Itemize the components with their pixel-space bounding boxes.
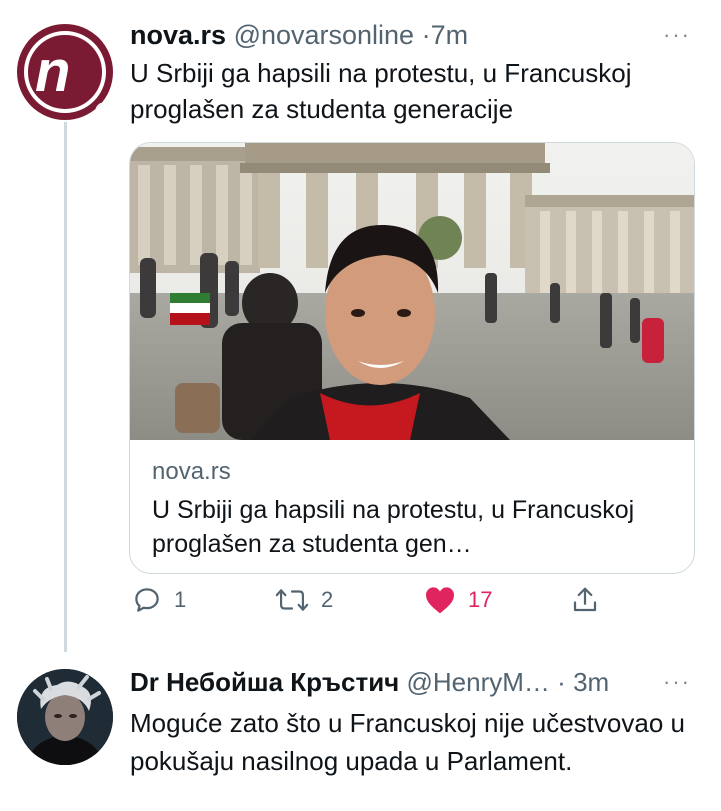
separator-dot: · [557, 667, 566, 697]
user-handle[interactable]: @HenryM… [407, 667, 550, 697]
tweet-header: Dr Небойша Кръстич @HenryM… · 3m [130, 667, 609, 698]
heart-icon [426, 587, 454, 614]
avatar-novars[interactable]: n s [17, 24, 113, 120]
more-options-icon[interactable]: ··· [663, 669, 691, 695]
retweet-count: 2 [321, 587, 334, 612]
tweet-text: Moguće zato što u Francuskoj nije učestv… [130, 708, 685, 776]
display-name[interactable]: Dr Небойша Кръстич [130, 667, 399, 697]
avatar-portrait-image [17, 669, 113, 765]
logo-n-glyph: n [35, 39, 71, 104]
share-icon [573, 587, 597, 612]
reply-count: 1 [174, 587, 187, 612]
card-domain: nova.rs [152, 458, 231, 485]
thread-connector-line [64, 122, 67, 652]
retweet-button[interactable]: 2 [275, 585, 333, 615]
like-count: 17 [468, 587, 493, 612]
retweet-icon [275, 589, 309, 611]
reply-button[interactable]: 1 [132, 585, 186, 615]
more-options-icon[interactable]: ··· [663, 22, 691, 48]
avatar-user[interactable] [17, 669, 113, 765]
card-photo-image [130, 143, 694, 440]
link-card[interactable]: nova.rs U Srbiji ga hapsili na protestu,… [129, 142, 695, 574]
tweet-text: U Srbiji ga hapsili na protestu, u Franc… [130, 58, 632, 124]
display-name[interactable]: nova.rs [130, 20, 226, 50]
separator-dot: · [421, 20, 431, 50]
logo-s-badge: s [95, 102, 113, 120]
timestamp[interactable]: 7m [431, 20, 469, 50]
like-button[interactable]: 17 [424, 585, 492, 615]
tweet-header: nova.rs @novarsonline ·7m [130, 20, 468, 51]
share-button[interactable] [570, 585, 600, 615]
user-handle[interactable]: @novarsonline [234, 20, 415, 50]
card-title: U Srbiji ga hapsili na protestu, u Franc… [152, 496, 635, 558]
tweet-action-bar: 1 2 17 [130, 585, 700, 625]
reply-icon [135, 588, 159, 612]
timestamp[interactable]: 3m [573, 667, 609, 697]
